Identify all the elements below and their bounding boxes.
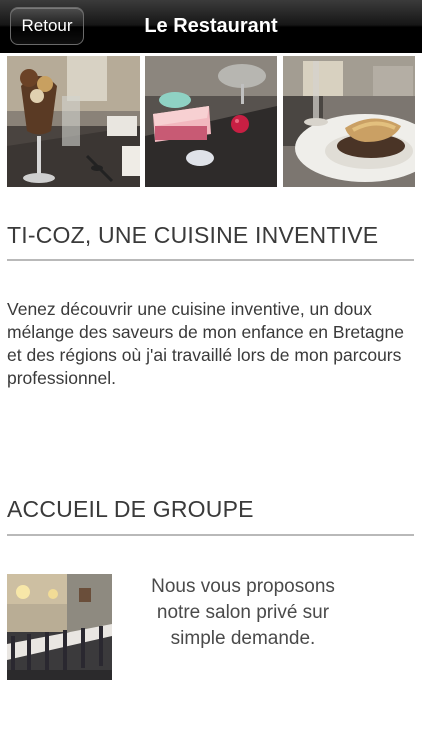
private-room-description: Nous vous proposons notre salon privé su… [151, 576, 335, 649]
back-button[interactable]: Retour [10, 7, 84, 45]
photo-gallery [7, 56, 415, 187]
private-dining-room-photo[interactable] [7, 574, 112, 680]
page-title: Le Restaurant [144, 15, 278, 37]
navigation-bar: Retour Le Restaurant [0, 0, 422, 53]
section-divider [7, 259, 414, 261]
section-title-cuisine: TI-COZ, UNE CUISINE INVENTIVE [7, 222, 379, 248]
pink-cake-photo[interactable] [145, 56, 277, 187]
cuisine-description: Venez découvrir une cuisine inventive, u… [7, 299, 404, 388]
section-divider [7, 534, 414, 536]
dessert-glass-photo[interactable] [7, 56, 140, 187]
section-title-groups: ACCUEIL DE GROUPE [7, 496, 254, 522]
fish-plate-photo[interactable] [283, 56, 415, 187]
